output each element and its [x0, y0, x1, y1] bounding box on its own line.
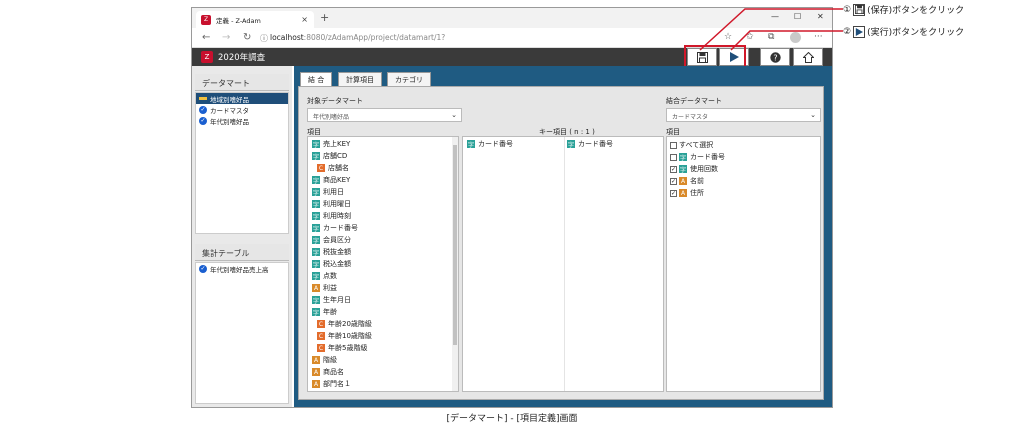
figure-caption: [データマート] - [項目定義]画面	[446, 414, 578, 424]
callout-lines	[699, 8, 843, 51]
